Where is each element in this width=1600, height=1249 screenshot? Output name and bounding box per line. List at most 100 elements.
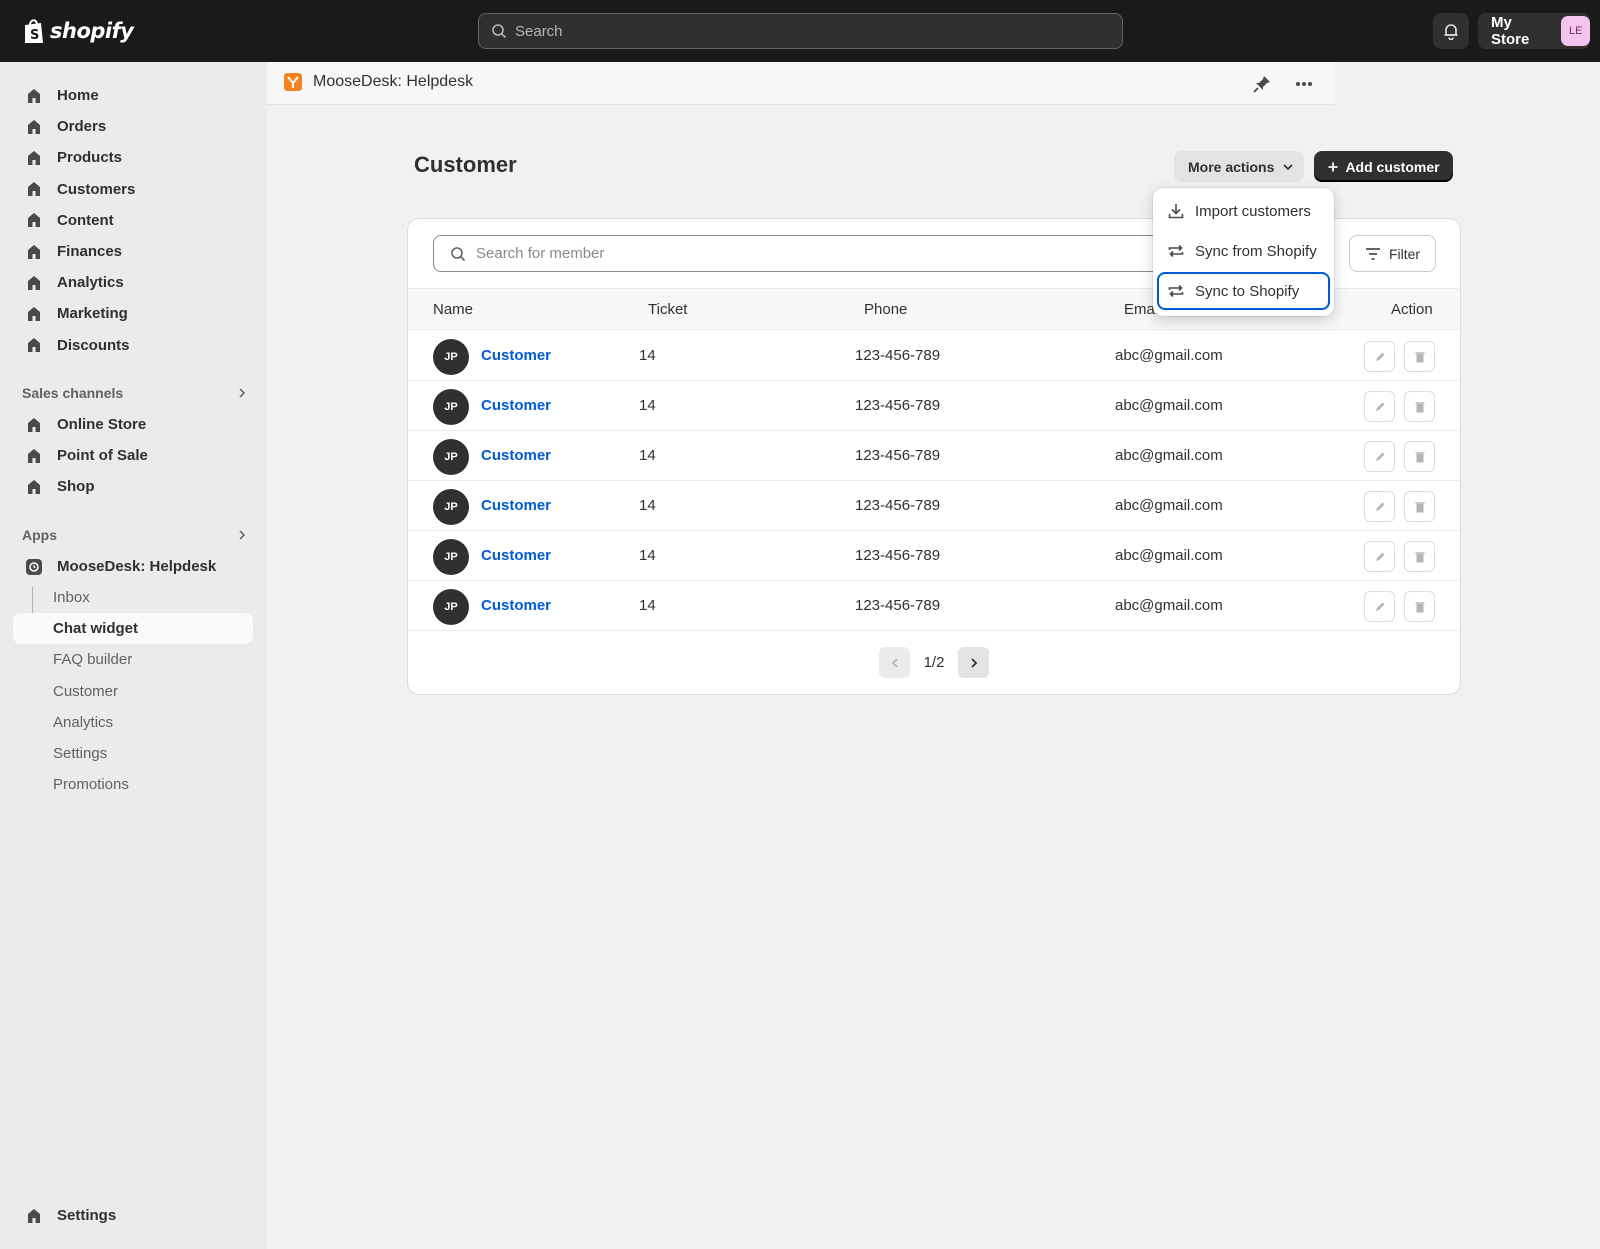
customer-name-link[interactable]: Customer: [481, 347, 551, 364]
store-avatar: LE: [1561, 16, 1590, 46]
sidebar-item-analytics[interactable]: Analytics: [13, 267, 253, 298]
marketing-icon: [28, 306, 40, 321]
menu-item-label: Sync from Shopify: [1195, 242, 1317, 260]
sidebar-subitem-label: Settings: [53, 745, 108, 762]
sync-icon: [1168, 244, 1184, 258]
notifications-button[interactable]: [1433, 13, 1469, 49]
menu-item-import-customers[interactable]: Import customers: [1157, 192, 1330, 230]
top-bar: S shopify Search My Store LE: [0, 0, 1600, 62]
avatar: JP: [433, 439, 469, 475]
customer-name-link[interactable]: Customer: [481, 497, 551, 514]
menu-item-sync-to-shopify[interactable]: Sync to Shopify: [1157, 272, 1330, 310]
sidebar-subitem-analytics[interactable]: Analytics: [13, 707, 253, 738]
sidebar-item-label: Home: [57, 87, 99, 104]
pencil-icon: [1375, 402, 1384, 411]
ticket-count: 14: [639, 597, 656, 614]
edit-button[interactable]: [1364, 391, 1395, 422]
more-horizontal-icon[interactable]: [1294, 74, 1314, 94]
filter-button[interactable]: Filter: [1349, 235, 1436, 272]
column-header-phone[interactable]: Phone: [864, 301, 907, 318]
sidebar-subitem-chat-widget[interactable]: Chat widget: [13, 613, 253, 645]
customer-name-link[interactable]: Customer: [481, 597, 551, 614]
edit-button[interactable]: [1364, 541, 1395, 572]
page-indicator: 1/2: [923, 654, 945, 671]
sales-channels-header[interactable]: Sales channels: [22, 385, 247, 401]
previous-page-button[interactable]: [879, 647, 910, 678]
sidebar-item-settings[interactable]: Settings: [13, 1200, 253, 1231]
sidebar-subitem-customer[interactable]: Customer: [13, 676, 253, 707]
store-icon: [28, 479, 40, 494]
menu-item-label: Sync to Shopify: [1195, 282, 1300, 300]
store-icon: [28, 448, 40, 463]
email-address: abc@gmail.com: [1115, 397, 1223, 414]
apps-label: Apps: [22, 527, 57, 543]
sidebar-subitem-promotions[interactable]: Promotions: [13, 769, 253, 800]
avatar: JP: [433, 539, 469, 575]
edit-button[interactable]: [1364, 341, 1395, 372]
edit-button[interactable]: [1364, 591, 1395, 622]
phone-number: 123-456-789: [855, 447, 941, 464]
global-search[interactable]: Search: [478, 13, 1123, 49]
sidebar-item-label: Finances: [57, 243, 123, 260]
sidebar-item-label: Content: [57, 211, 114, 229]
apps-header[interactable]: Apps: [22, 527, 247, 543]
column-header-name[interactable]: Name: [433, 301, 473, 318]
trash-icon: [1415, 401, 1424, 412]
store-menu-button[interactable]: My Store LE: [1478, 13, 1590, 49]
avatar: JP: [433, 489, 469, 525]
delete-button[interactable]: [1404, 341, 1435, 372]
chevron-right-icon: [239, 530, 246, 540]
sidebar-item-label: Shop: [57, 478, 95, 496]
sidebar-item-finances[interactable]: Finances: [13, 236, 253, 267]
sidebar-settings-label: Settings: [57, 1207, 117, 1224]
sidebar-subitem-settings[interactable]: Settings: [13, 738, 253, 769]
home-icon: [28, 88, 40, 103]
delete-button[interactable]: [1404, 591, 1435, 622]
sidebar-item-discounts[interactable]: Discounts: [13, 330, 253, 361]
next-page-button[interactable]: [958, 647, 989, 678]
sidebar-item-marketing[interactable]: Marketing: [13, 298, 253, 329]
finances-icon: [28, 244, 40, 259]
edit-button[interactable]: [1364, 491, 1395, 522]
page-title: Customer: [414, 152, 517, 177]
sidebar-item-point-of-sale[interactable]: Point of Sale: [13, 440, 253, 471]
sidebar-item-orders[interactable]: Orders: [13, 111, 253, 142]
column-header-ticket[interactable]: Ticket: [648, 301, 687, 318]
delete-button[interactable]: [1404, 391, 1435, 422]
gear-icon: [28, 1208, 40, 1223]
sidebar-item-customers[interactable]: Customers: [13, 174, 253, 205]
sidebar-item-label: Orders: [57, 118, 107, 136]
sidebar-item-products[interactable]: Products: [13, 142, 253, 173]
edit-button[interactable]: [1364, 441, 1395, 472]
trash-icon: [1415, 351, 1424, 362]
sidebar-item-home[interactable]: Home: [13, 80, 253, 111]
sidebar-item-online-store[interactable]: Online Store: [13, 409, 253, 440]
chevron-down-icon: [1283, 163, 1293, 170]
table-row: JP Customer 14 123-456-789 abc@gmail.com: [408, 331, 1460, 381]
sidebar-item-shop[interactable]: Shop: [13, 471, 253, 502]
content-icon: [28, 213, 40, 228]
customer-name-link[interactable]: Customer: [481, 447, 551, 464]
menu-item-sync-from-shopify[interactable]: Sync from Shopify: [1157, 232, 1330, 270]
shopify-logo[interactable]: S shopify: [22, 17, 134, 45]
ticket-count: 14: [639, 447, 656, 464]
email-address: abc@gmail.com: [1115, 547, 1223, 564]
customer-name-link[interactable]: Customer: [481, 397, 551, 414]
sidebar-subitem-faq-builder[interactable]: FAQ builder: [13, 644, 253, 675]
trash-icon: [1415, 451, 1424, 462]
sidebar-subitem-inbox[interactable]: Inbox: [13, 582, 253, 613]
delete-button[interactable]: [1404, 441, 1435, 472]
more-actions-button[interactable]: More actions: [1174, 151, 1304, 182]
customer-name-link[interactable]: Customer: [481, 547, 551, 564]
sidebar-subitem-label: Inbox: [53, 589, 90, 606]
sidebar-item-moosedesk[interactable]: MooseDesk: Helpdesk: [13, 551, 253, 582]
sidebar-item-content[interactable]: Content: [13, 205, 253, 236]
trash-icon: [1415, 551, 1424, 562]
search-icon: [451, 246, 466, 261]
pin-icon[interactable]: [1252, 74, 1272, 94]
delete-button[interactable]: [1404, 541, 1435, 572]
chevron-left-icon: [891, 657, 898, 668]
pagination: 1/2: [879, 647, 989, 678]
delete-button[interactable]: [1404, 491, 1435, 522]
add-customer-button[interactable]: Add customer: [1314, 151, 1453, 182]
